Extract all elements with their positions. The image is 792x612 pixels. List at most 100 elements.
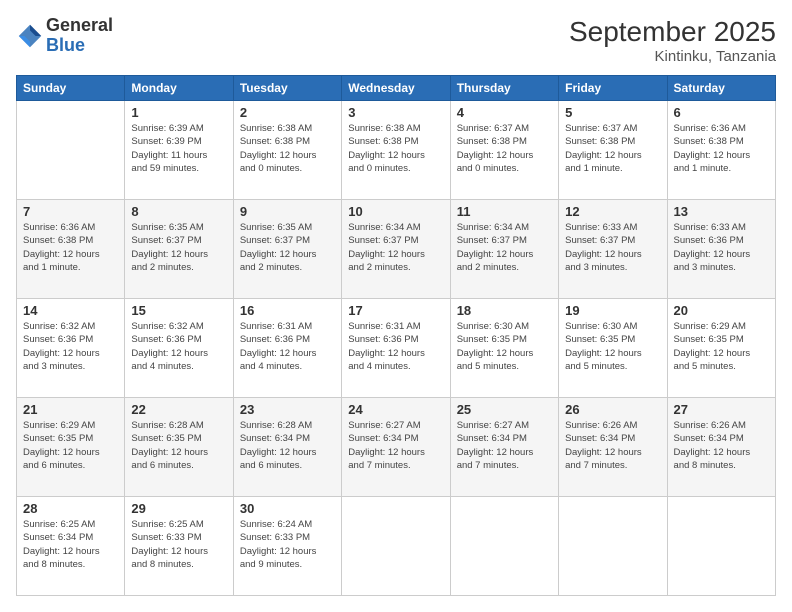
col-tuesday: Tuesday <box>233 76 341 101</box>
page-title: September 2025 <box>569 16 776 48</box>
logo-general-text: General <box>46 15 113 35</box>
calendar-cell: 3 Sunrise: 6:38 AM Sunset: 6:38 PM Daylig… <box>342 101 450 200</box>
day-info: Sunrise: 6:26 AM Sunset: 6:34 PM Dayligh… <box>674 419 769 472</box>
day-number: 24 <box>348 402 443 417</box>
page-subtitle: Kintinku, Tanzania <box>569 48 776 65</box>
col-sunday: Sunday <box>17 76 125 101</box>
day-info: Sunrise: 6:29 AM Sunset: 6:35 PM Dayligh… <box>674 320 769 373</box>
calendar-cell: 27Sunrise: 6:26 AM Sunset: 6:34 PM Dayli… <box>667 398 775 497</box>
calendar-cell: 24Sunrise: 6:27 AM Sunset: 6:34 PM Dayli… <box>342 398 450 497</box>
day-number: 30 <box>240 501 335 516</box>
day-number: 7 <box>23 204 118 219</box>
header: General Blue September 2025 Kintinku, Ta… <box>16 16 776 65</box>
calendar-cell: 15 Sunrise: 6:32 AM Sunset: 6:36 PM Dayli… <box>125 299 233 398</box>
day-number: 22 <box>131 402 226 417</box>
day-info: Sunrise: 6:37 AM Sunset: 6:38 PM Dayligh… <box>565 122 660 175</box>
page: General Blue September 2025 Kintinku, Ta… <box>0 0 792 612</box>
day-number: 2 <box>240 105 335 120</box>
day-number: 20 <box>674 303 769 318</box>
day-info: Sunrise: 6:25 AM Sunset: 6:33 PM Dayligh… <box>131 518 226 571</box>
day-number: 3 <box>348 105 443 120</box>
day-info: Sunrise: 6:30 AM Sunset: 6:35 PM Dayligh… <box>457 320 552 373</box>
calendar-cell: 21 Sunrise: 6:29 AM Sunset: 6:35 PM Dayli… <box>17 398 125 497</box>
calendar-cell: 13 Sunrise: 6:33 AM Sunset: 6:36 PM Dayli… <box>667 200 775 299</box>
day-number: 6 <box>674 105 769 120</box>
week-row-4: 21 Sunrise: 6:29 AM Sunset: 6:35 PM Dayli… <box>17 398 776 497</box>
calendar-cell: 28 Sunrise: 6:25 AM Sunset: 6:34 PM Dayli… <box>17 497 125 596</box>
calendar-cell: 17 Sunrise: 6:31 AM Sunset: 6:36 PM Dayli… <box>342 299 450 398</box>
day-info: Sunrise: 6:35 AM Sunset: 6:37 PM Dayligh… <box>131 221 226 274</box>
calendar-cell: 18 Sunrise: 6:30 AM Sunset: 6:35 PM Dayli… <box>450 299 558 398</box>
calendar-cell <box>342 497 450 596</box>
calendar-table: Sunday Monday Tuesday Wednesday Thursday… <box>16 75 776 596</box>
col-saturday: Saturday <box>667 76 775 101</box>
day-number: 14 <box>23 303 118 318</box>
day-number: 17 <box>348 303 443 318</box>
day-info: Sunrise: 6:28 AM Sunset: 6:35 PM Dayligh… <box>131 419 226 472</box>
day-number: 10 <box>348 204 443 219</box>
calendar-body: 1 Sunrise: 6:39 AM Sunset: 6:39 PM Daylig… <box>17 101 776 596</box>
calendar-cell: 5 Sunrise: 6:37 AM Sunset: 6:38 PM Daylig… <box>559 101 667 200</box>
col-monday: Monday <box>125 76 233 101</box>
calendar-cell <box>667 497 775 596</box>
day-info: Sunrise: 6:30 AM Sunset: 6:35 PM Dayligh… <box>565 320 660 373</box>
calendar-cell: 8 Sunrise: 6:35 AM Sunset: 6:37 PM Daylig… <box>125 200 233 299</box>
col-thursday: Thursday <box>450 76 558 101</box>
day-number: 18 <box>457 303 552 318</box>
day-info: Sunrise: 6:32 AM Sunset: 6:36 PM Dayligh… <box>23 320 118 373</box>
calendar-cell: 12Sunrise: 6:33 AM Sunset: 6:37 PM Dayli… <box>559 200 667 299</box>
day-number: 25 <box>457 402 552 417</box>
day-number: 1 <box>131 105 226 120</box>
col-wednesday: Wednesday <box>342 76 450 101</box>
calendar-cell: 16Sunrise: 6:31 AM Sunset: 6:36 PM Dayli… <box>233 299 341 398</box>
day-info: Sunrise: 6:39 AM Sunset: 6:39 PM Dayligh… <box>131 122 226 175</box>
col-friday: Friday <box>559 76 667 101</box>
calendar-cell <box>450 497 558 596</box>
day-number: 29 <box>131 501 226 516</box>
day-number: 15 <box>131 303 226 318</box>
day-number: 21 <box>23 402 118 417</box>
day-number: 28 <box>23 501 118 516</box>
day-number: 12 <box>565 204 660 219</box>
day-number: 9 <box>240 204 335 219</box>
day-info: Sunrise: 6:28 AM Sunset: 6:34 PM Dayligh… <box>240 419 335 472</box>
logo-icon <box>16 22 44 50</box>
week-row-3: 14 Sunrise: 6:32 AM Sunset: 6:36 PM Dayli… <box>17 299 776 398</box>
day-info: Sunrise: 6:35 AM Sunset: 6:37 PM Dayligh… <box>240 221 335 274</box>
day-info: Sunrise: 6:36 AM Sunset: 6:38 PM Dayligh… <box>674 122 769 175</box>
day-info: Sunrise: 6:24 AM Sunset: 6:33 PM Dayligh… <box>240 518 335 571</box>
day-number: 5 <box>565 105 660 120</box>
calendar-cell: 20 Sunrise: 6:29 AM Sunset: 6:35 PM Dayli… <box>667 299 775 398</box>
day-info: Sunrise: 6:27 AM Sunset: 6:34 PM Dayligh… <box>457 419 552 472</box>
day-info: Sunrise: 6:33 AM Sunset: 6:36 PM Dayligh… <box>674 221 769 274</box>
day-number: 11 <box>457 204 552 219</box>
calendar-cell: 9 Sunrise: 6:35 AM Sunset: 6:37 PM Daylig… <box>233 200 341 299</box>
calendar-cell: 26Sunrise: 6:26 AM Sunset: 6:34 PM Dayli… <box>559 398 667 497</box>
calendar-cell: 2 Sunrise: 6:38 AM Sunset: 6:38 PM Daylig… <box>233 101 341 200</box>
day-info: Sunrise: 6:37 AM Sunset: 6:38 PM Dayligh… <box>457 122 552 175</box>
day-info: Sunrise: 6:34 AM Sunset: 6:37 PM Dayligh… <box>348 221 443 274</box>
calendar-cell: 30 Sunrise: 6:24 AM Sunset: 6:33 PM Dayli… <box>233 497 341 596</box>
day-info: Sunrise: 6:38 AM Sunset: 6:38 PM Dayligh… <box>240 122 335 175</box>
week-row-2: 7Sunrise: 6:36 AM Sunset: 6:38 PM Daylig… <box>17 200 776 299</box>
day-info: Sunrise: 6:31 AM Sunset: 6:36 PM Dayligh… <box>348 320 443 373</box>
day-info: Sunrise: 6:32 AM Sunset: 6:36 PM Dayligh… <box>131 320 226 373</box>
calendar-cell: 6 Sunrise: 6:36 AM Sunset: 6:38 PM Daylig… <box>667 101 775 200</box>
calendar-cell: 25 Sunrise: 6:27 AM Sunset: 6:34 PM Dayli… <box>450 398 558 497</box>
day-number: 8 <box>131 204 226 219</box>
calendar-cell <box>559 497 667 596</box>
calendar-cell: 11Sunrise: 6:34 AM Sunset: 6:37 PM Dayli… <box>450 200 558 299</box>
day-number: 26 <box>565 402 660 417</box>
day-info: Sunrise: 6:25 AM Sunset: 6:34 PM Dayligh… <box>23 518 118 571</box>
calendar-cell: 19 Sunrise: 6:30 AM Sunset: 6:35 PM Dayli… <box>559 299 667 398</box>
calendar-cell: 4Sunrise: 6:37 AM Sunset: 6:38 PM Daylig… <box>450 101 558 200</box>
calendar-cell <box>17 101 125 200</box>
calendar-cell: 7Sunrise: 6:36 AM Sunset: 6:38 PM Daylig… <box>17 200 125 299</box>
day-info: Sunrise: 6:38 AM Sunset: 6:38 PM Dayligh… <box>348 122 443 175</box>
day-number: 13 <box>674 204 769 219</box>
day-number: 19 <box>565 303 660 318</box>
week-row-5: 28 Sunrise: 6:25 AM Sunset: 6:34 PM Dayli… <box>17 497 776 596</box>
calendar-cell: 1 Sunrise: 6:39 AM Sunset: 6:39 PM Daylig… <box>125 101 233 200</box>
day-info: Sunrise: 6:29 AM Sunset: 6:35 PM Dayligh… <box>23 419 118 472</box>
calendar-cell: 14 Sunrise: 6:32 AM Sunset: 6:36 PM Dayli… <box>17 299 125 398</box>
